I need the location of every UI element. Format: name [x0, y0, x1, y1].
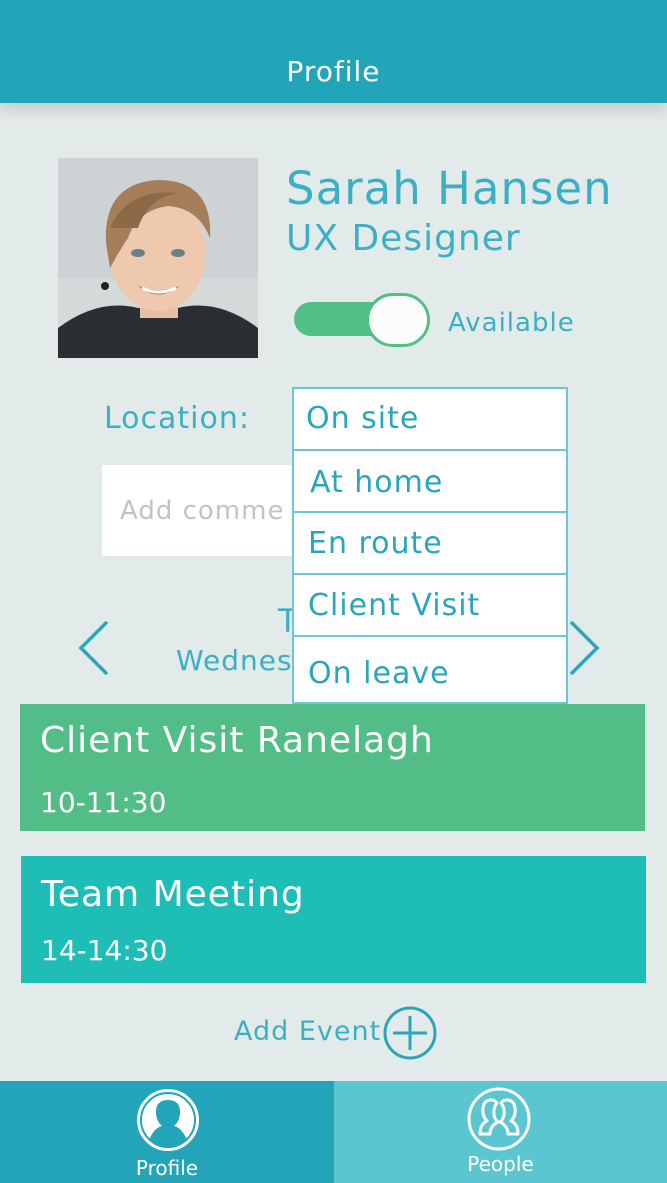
- event-title: Client Visit Ranelagh: [40, 720, 434, 761]
- location-dropdown[interactable]: On site At home En route Client Visit On…: [292, 387, 568, 704]
- dropdown-option-client-visit[interactable]: Client Visit: [294, 575, 566, 637]
- location-label: Location:: [104, 401, 250, 436]
- dropdown-option-on-leave[interactable]: On leave: [294, 637, 566, 702]
- toggle-knob: [366, 293, 430, 347]
- top-header: Profile: [0, 0, 667, 103]
- add-event-label: Add Event: [234, 1016, 382, 1047]
- tab-profile[interactable]: Profile: [0, 1081, 334, 1183]
- tab-people[interactable]: People: [334, 1081, 667, 1183]
- dropdown-option-en-route[interactable]: En route: [294, 513, 566, 575]
- tab-people-label: People: [467, 1152, 534, 1176]
- chevron-left-icon: [78, 621, 108, 675]
- availability-toggle[interactable]: [294, 293, 432, 347]
- page-title: Profile: [286, 55, 381, 88]
- event-title: Team Meeting: [41, 874, 305, 915]
- next-day-button[interactable]: [568, 620, 602, 676]
- profile-icon: [137, 1089, 199, 1151]
- chevron-right-icon: [570, 621, 600, 675]
- previous-day-button[interactable]: [76, 620, 110, 676]
- dropdown-option-at-home[interactable]: At home: [294, 451, 566, 513]
- availability-label: Available: [448, 308, 575, 338]
- profile-role: UX Designer: [286, 218, 521, 259]
- dropdown-option-on-site[interactable]: On site: [294, 389, 566, 451]
- event-card[interactable]: Team Meeting 14-14:30: [21, 856, 646, 983]
- day-subtitle: Wednes: [176, 644, 293, 677]
- tab-profile-label: Profile: [135, 1156, 199, 1180]
- profile-name: Sarah Hansen: [286, 162, 613, 215]
- people-icon: [467, 1087, 531, 1151]
- event-time: 10-11:30: [40, 786, 167, 819]
- event-card[interactable]: Client Visit Ranelagh 10-11:30: [20, 704, 645, 831]
- event-time: 14-14:30: [41, 934, 168, 967]
- avatar: [58, 158, 258, 358]
- plus-circle-icon: [383, 1006, 437, 1060]
- bottom-tab-bar: Profile People: [0, 1081, 667, 1183]
